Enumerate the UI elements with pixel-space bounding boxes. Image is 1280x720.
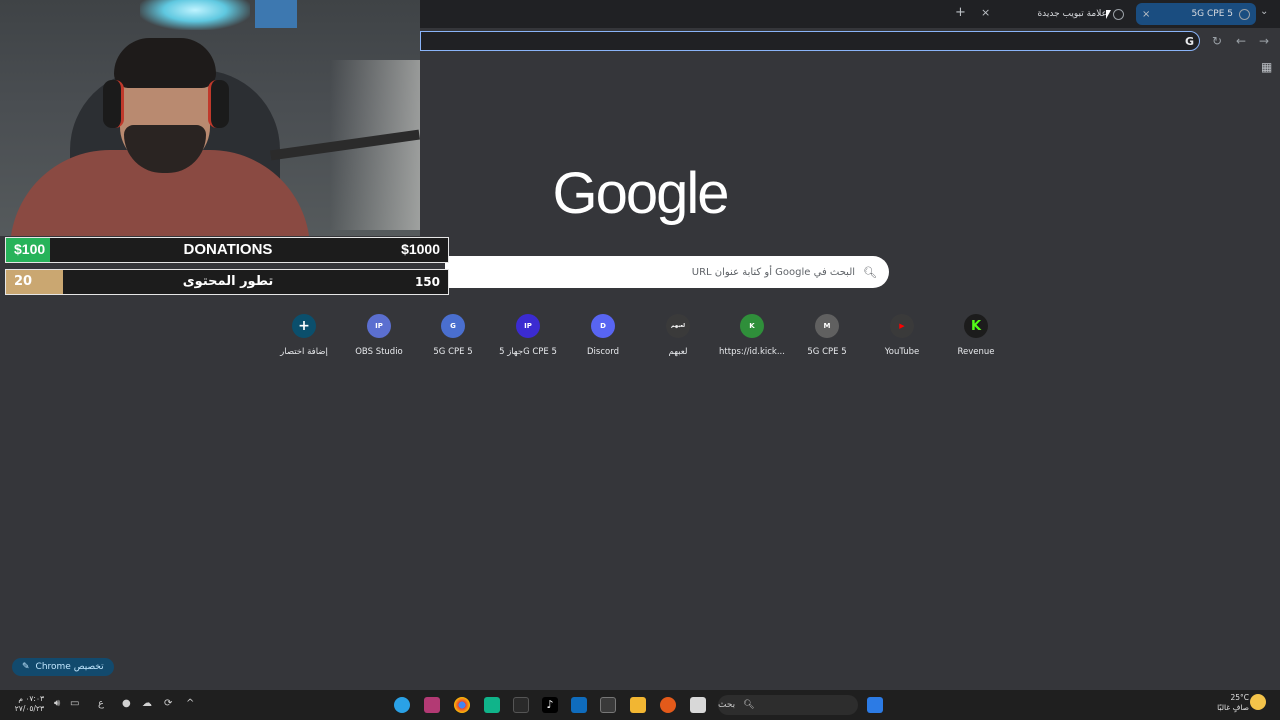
google-g-icon: G (1184, 35, 1194, 48)
taskbar-search[interactable]: 🔍︎ بحث (718, 695, 858, 715)
shortcut-label: YouTube (884, 347, 920, 357)
shortcut-tiles: + إضافة اختصار IP OBS Studio G 5G CPE 5 … (268, 312, 1012, 372)
plus-icon: + (292, 314, 316, 338)
shortcut-5g-cpe-2[interactable]: M 5G CPE 5 (791, 312, 863, 357)
kick-logo-icon: K (964, 314, 988, 338)
address-bar[interactable]: G (420, 31, 1200, 51)
neon-light (140, 0, 250, 30)
g-favicon-icon: G (441, 314, 465, 338)
customize-label: تخصيص Chrome (35, 662, 104, 672)
taskbar-search-label: بحث (718, 700, 736, 710)
shortcut-5g-cpe[interactable]: G 5G CPE 5 (417, 312, 489, 357)
sync-icon[interactable]: ⟳ (164, 698, 172, 709)
tray-overflow-chevron-icon[interactable]: ^ (186, 698, 194, 709)
discord-icon: D (591, 314, 615, 338)
back-arrow-icon[interactable]: ← (1236, 34, 1246, 48)
wall-poster (255, 0, 297, 28)
obs-favicon-icon: IP (367, 314, 391, 338)
clock-time: ٠٧:٠٣ م (18, 694, 44, 703)
shortcut-discord[interactable]: D Discord (567, 312, 639, 357)
obs-taskbar-icon[interactable] (660, 697, 676, 713)
tab-search-chevron-icon[interactable]: ⌄ (1260, 6, 1268, 17)
stream-goals-overlay: $100 DONATIONS $1000 20 تطور المحتوى 150 (5, 237, 449, 295)
folder-taskbar-icon[interactable] (630, 697, 646, 713)
search-icon: 🔍︎ (863, 265, 877, 279)
microphone-icon[interactable]: ● (122, 698, 131, 709)
donations-title: DONATIONS (183, 241, 273, 258)
shortcut-label: لعبهم (668, 347, 688, 357)
tiktok-taskbar-icon[interactable]: ♪ (542, 697, 558, 713)
tab-title: علامة تبويب جديدة (1037, 9, 1107, 19)
content-title: تطور المحتوى (182, 274, 274, 289)
google-logo: Google (552, 161, 729, 226)
forward-arrow-icon[interactable]: → (1259, 34, 1269, 48)
shortcut-label: إضافة اختصار (280, 347, 328, 357)
magnifier-icon: 🔍︎ (743, 700, 755, 710)
network-icon[interactable]: ▭ (70, 698, 79, 709)
tab-5g-cpe[interactable]: 5G CPE 5 × (1136, 3, 1256, 25)
system-clock[interactable]: ٠٧:٠٣ م ٢٧/٠٥/٢٣ (8, 694, 44, 714)
kick-favicon-icon: K (740, 314, 764, 338)
content-goal-bar: 20 تطور المحتوى 150 (5, 269, 449, 295)
headset-left (103, 80, 124, 128)
shortcut-label: https://id.kick... (719, 347, 785, 357)
donations-goal-bar: $100 DONATIONS $1000 (5, 237, 449, 263)
shortcut-obs-studio[interactable]: IP OBS Studio (343, 312, 415, 357)
content-goal: 150 (414, 275, 440, 289)
donations-goal: $1000 (401, 241, 440, 257)
tab-title: 5G CPE 5 (1191, 9, 1233, 19)
new-tab-button[interactable]: + (955, 5, 966, 20)
reload-icon[interactable]: ↻ (1212, 34, 1222, 48)
globe-icon (1239, 8, 1250, 20)
clock-date: ٢٧/٠٥/٢٣ (14, 704, 44, 713)
pencil-icon: ✎ (22, 662, 30, 672)
shortcut-label: 5G CPE 5 (433, 347, 473, 357)
tab-close-icon[interactable]: × (1142, 9, 1150, 20)
shortcut-label: Revenue (957, 347, 995, 357)
chrome-icon (1113, 8, 1124, 20)
discord-taskbar-icon[interactable] (424, 697, 440, 713)
shortcut-label: Discord (587, 347, 619, 357)
capcut-taskbar-icon[interactable] (513, 697, 529, 713)
onedrive-cloud-icon[interactable]: ☁ (142, 698, 152, 709)
shortcut-revenue[interactable]: K Revenue (940, 312, 1012, 357)
weather-temp: 25°C (1230, 693, 1249, 702)
volume-icon[interactable]: 🔊︎ (54, 698, 60, 709)
shortcut-add[interactable]: + إضافة اختصار (268, 312, 340, 357)
shortcut-label: 5G CPE 5 (807, 347, 847, 357)
shortcut-youtube[interactable]: ▶ YouTube (866, 312, 938, 357)
tab-close-icon[interactable]: × (981, 6, 990, 19)
weather-desc: صافٍ غالبًا (1217, 703, 1249, 712)
notepad-taskbar-icon[interactable] (690, 697, 706, 713)
chrome-taskbar-icon[interactable] (454, 697, 470, 713)
mouse-cursor-icon (1106, 10, 1111, 19)
shortcut-label: جهاز 5G CPE 5 (499, 347, 557, 357)
language-indicator[interactable]: ع (98, 698, 104, 709)
apps-grid-icon[interactable]: ▦ (1261, 60, 1272, 74)
sun-icon (1250, 694, 1266, 710)
search-box[interactable]: البحث في Google أو كتابة عنوان URL 🔍︎ (445, 256, 889, 288)
outlook-taskbar-icon[interactable] (571, 697, 587, 713)
shortcut-laabhum[interactable]: لعبهم لعبهم (642, 312, 714, 357)
chat-app-icon[interactable] (394, 697, 410, 713)
webcam-feed (0, 0, 420, 236)
shortcut-label: OBS Studio (355, 347, 403, 357)
streamer-hair (114, 38, 216, 88)
shortcut-5g-device[interactable]: IP جهاز 5G CPE 5 (492, 312, 564, 357)
m-favicon-icon: M (815, 314, 839, 338)
app-taskbar-icon[interactable] (484, 697, 500, 713)
store-taskbar-icon[interactable] (600, 697, 616, 713)
youtube-icon: ▶ (890, 314, 914, 338)
ip-favicon-icon: IP (516, 314, 540, 338)
shortcut-kick-id[interactable]: K https://id.kick... (716, 312, 788, 357)
windows-start-icon[interactable] (867, 697, 883, 713)
customize-chrome-button[interactable]: تخصيص Chrome ✎ (12, 658, 114, 676)
headset-right (208, 80, 229, 128)
search-placeholder: البحث في Google أو كتابة عنوان URL (691, 266, 856, 278)
site-favicon-icon: لعبهم (666, 314, 690, 338)
weather-widget[interactable]: 25°C صافٍ غالبًا (1205, 693, 1249, 713)
